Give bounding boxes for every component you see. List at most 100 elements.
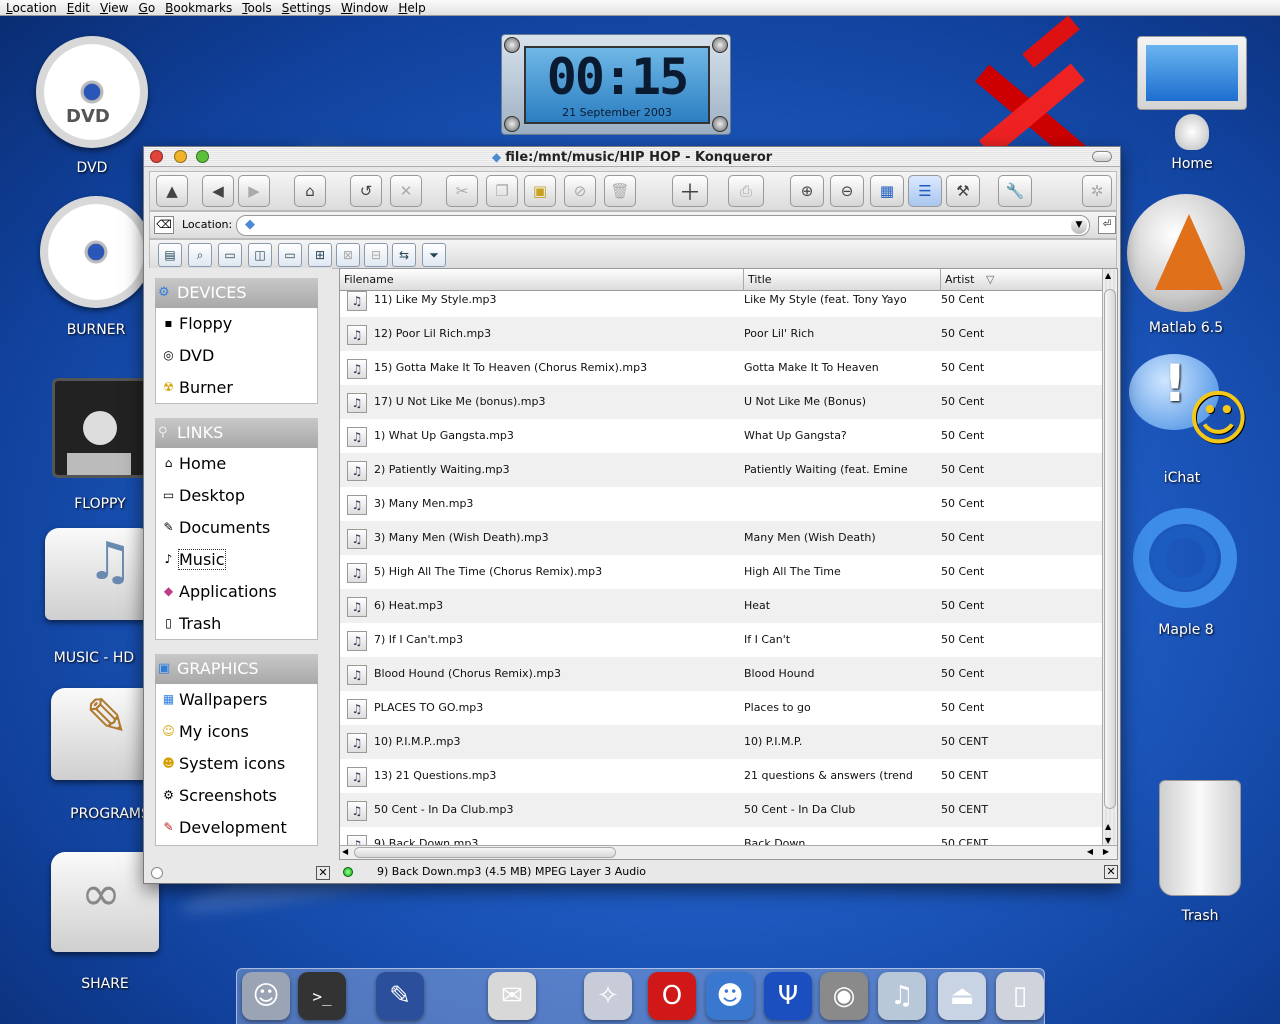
window-titlebar[interactable]: ◆ file:/mnt/music/HIP HOP - Konqueror xyxy=(144,147,1120,167)
print-button[interactable]: ⎙ xyxy=(728,175,764,207)
split-view-button[interactable]: ▭ xyxy=(218,243,242,267)
zoom-in-button[interactable]: ⊕ xyxy=(790,175,824,207)
opera-icon[interactable]: O xyxy=(648,972,696,1020)
table-row[interactable]: ♫ 17) U Not Like Me (bonus).mp3 U Not Like… xyxy=(340,385,1102,419)
table-row[interactable]: ♫ 15) Gotta Make It To Heaven (Chorus Rem… xyxy=(340,351,1102,385)
sidebar-item-trash[interactable]: ▯ Trash xyxy=(156,608,317,640)
menu-view[interactable]: View xyxy=(94,1,132,15)
forward-button[interactable]: ▶ xyxy=(238,175,270,207)
sidebar-item-burner[interactable]: ☢ Burner xyxy=(156,372,317,404)
table-row[interactable]: ♫ 6) Heat.mp3 Heat 50 Cent xyxy=(340,589,1102,623)
sidebar-item-wallpapers[interactable]: ▦ Wallpapers xyxy=(156,684,317,716)
table-row[interactable]: ♫ 1) What Up Gangsta.mp3 What Up Gangsta? 5… xyxy=(340,419,1102,453)
table-row[interactable]: ♫ 2) Patiently Waiting.mp3 Patiently Waiti… xyxy=(340,453,1102,487)
table-row[interactable]: ♫ 7) If I Can't.mp3 If I Can't 50 Cent xyxy=(340,623,1102,657)
close-window-button[interactable] xyxy=(150,150,163,163)
scroll-right-arrow-icon[interactable]: ▶ xyxy=(1103,847,1109,856)
vertical-scroll-thumb[interactable] xyxy=(1104,289,1116,809)
scroll-left-arrow-icon[interactable]: ◀ xyxy=(342,847,348,856)
terminal-icon[interactable]: >_ xyxy=(298,972,346,1020)
scroll-up-arrow-icon[interactable]: ▲ xyxy=(1105,822,1111,831)
location-dropdown-button[interactable]: ▼ xyxy=(1071,217,1087,234)
sidebar-section-graphics[interactable]: ▣ GRAPHICS xyxy=(155,654,318,684)
psi-icon[interactable]: Ψ xyxy=(764,972,812,1020)
minimize-window-button[interactable] xyxy=(174,150,187,163)
cut-button[interactable]: ✂ xyxy=(446,175,478,207)
detailed-list-view-button[interactable]: ☰ xyxy=(908,175,942,207)
new-button[interactable]: ＋ xyxy=(672,175,708,207)
sidebar-item-screenshots[interactable]: ⚙ Screenshots xyxy=(156,780,317,812)
sidebar-item-desktop[interactable]: ▭ Desktop xyxy=(156,480,317,512)
find-button[interactable]: ⌕ xyxy=(188,243,212,267)
ichat-penguin-icon[interactable]: ☻ xyxy=(706,972,754,1020)
home-button[interactable]: ⌂ xyxy=(294,175,326,207)
desktop-icon-ichat[interactable]: ! ☺ iChat xyxy=(1122,348,1250,486)
vertical-scrollbar[interactable]: ▲ ▲ ▼ xyxy=(1102,269,1117,847)
horizontal-scrollbar[interactable]: ◀ ◀ ▶ xyxy=(340,845,1117,859)
menu-edit[interactable]: Edit xyxy=(61,1,94,15)
icon-view-button[interactable]: ▦ xyxy=(870,175,904,207)
location-field[interactable]: ◆ ▼ xyxy=(236,215,1090,236)
menu-settings[interactable]: Settings xyxy=(276,1,335,15)
scroll-left-arrow-icon[interactable]: ◀ xyxy=(1087,847,1093,856)
finder-icon[interactable]: ☺ xyxy=(242,972,290,1020)
menu-tools[interactable]: Tools xyxy=(236,1,276,15)
close-view-button[interactable]: ✕ xyxy=(1104,865,1118,879)
sidebar-item-documents[interactable]: ✎ Documents xyxy=(156,512,317,544)
itunes-icon[interactable]: ♫ xyxy=(878,972,926,1020)
clock-widget[interactable]: 00:15 21 September 2003 xyxy=(501,34,731,135)
menu-window[interactable]: Window xyxy=(335,1,392,15)
close-tab-button[interactable]: ⊠ xyxy=(336,243,360,267)
sidebar-item-development[interactable]: ✎ Development xyxy=(156,812,317,844)
dock-trash-icon[interactable]: ▯ xyxy=(996,972,1044,1020)
reload-button[interactable]: ↺ xyxy=(350,175,382,207)
eject-icon[interactable]: ⏏ xyxy=(938,972,986,1020)
table-row[interactable]: ♫ 10) P.I.M.P..mp3 10) P.I.M.P. 50 CENT xyxy=(340,725,1102,759)
mail-stamp-icon[interactable]: ✉ xyxy=(488,972,536,1020)
back-button[interactable]: ◀ xyxy=(202,175,234,207)
settings-button[interactable]: 🔧 xyxy=(998,175,1032,207)
navigation-panel-button[interactable]: ▤ xyxy=(158,243,182,267)
split-vertical-button[interactable]: ◫ xyxy=(248,243,272,267)
sidebar-item-system-icons[interactable]: ☻ System icons xyxy=(156,748,317,780)
sidebar-section-devices[interactable]: ⚙ DEVICES xyxy=(155,278,318,308)
desktop-icon-matlab[interactable]: Matlab 6.5 xyxy=(1126,194,1246,336)
sidebar-item-floppy[interactable]: ▪ Floppy xyxy=(156,308,317,340)
text-editor-icon[interactable]: ✎ xyxy=(376,972,424,1020)
filter-button[interactable]: ⏷ xyxy=(422,243,446,267)
table-row[interactable]: ♫ 13) 21 Questions.mp3 21 questions & answ… xyxy=(340,759,1102,793)
menu-location[interactable]: Location xyxy=(0,1,61,15)
window-collapse-button[interactable] xyxy=(1092,151,1112,162)
sync-button[interactable]: ⇆ xyxy=(392,243,416,267)
clear-location-button[interactable]: ⌫ xyxy=(154,216,174,234)
sidebar-section-links[interactable]: ⚲ LINKS xyxy=(155,418,318,448)
menu-help[interactable]: Help xyxy=(392,1,429,15)
table-row[interactable]: ♫ 50 Cent - In Da Club.mp3 50 Cent - In Da… xyxy=(340,793,1102,827)
safari-compass-icon[interactable]: ✧ xyxy=(584,972,632,1020)
single-view-button[interactable]: ▭ xyxy=(278,243,302,267)
zoom-out-button[interactable]: ⊖ xyxy=(830,175,864,207)
stop-button[interactable]: ✕ xyxy=(390,175,422,207)
go-button[interactable]: ⏎ xyxy=(1098,216,1116,234)
up-button[interactable]: ▲ xyxy=(156,175,188,207)
menu-go[interactable]: Go xyxy=(133,1,160,15)
menu-bookmarks[interactable]: Bookmarks xyxy=(159,1,236,15)
scroll-down-arrow-icon[interactable]: ▼ xyxy=(1105,836,1111,845)
sidebar-item-music[interactable]: ♪ Music xyxy=(156,544,317,576)
sidebar-item-my-icons[interactable]: ☺ My icons xyxy=(156,716,317,748)
sidebar-item-dvd[interactable]: ◎ DVD xyxy=(156,340,317,372)
tools-button[interactable]: ⚒ xyxy=(946,175,980,207)
desktop-icon-maple[interactable]: Maple 8 xyxy=(1126,498,1246,638)
copy-button[interactable]: ❐ xyxy=(486,175,518,207)
sidebar-item-home[interactable]: ⌂ Home xyxy=(156,448,317,480)
table-row[interactable]: ♫ Blood Hound (Chorus Remix).mp3 Blood Hou… xyxy=(340,657,1102,691)
sidebar-item-applications[interactable]: ◆ Applications xyxy=(156,576,317,608)
scroll-up-arrow-icon[interactable]: ▲ xyxy=(1105,271,1111,280)
paste-button[interactable]: ▣ xyxy=(524,175,556,207)
trash-button[interactable]: 🗑 xyxy=(604,175,636,207)
table-row[interactable]: ♫ 11) Like My Style.mp3 Like My Style (fea… xyxy=(340,283,1102,317)
desktop-icon-burner[interactable]: BURNER xyxy=(36,196,156,338)
horizontal-scroll-thumb[interactable] xyxy=(354,847,616,858)
table-row[interactable]: ♫ 12) Poor Lil Rich.mp3 Poor Lil' Rich 50 C… xyxy=(340,317,1102,351)
remove-tab-button[interactable]: ⊟ xyxy=(364,243,388,267)
